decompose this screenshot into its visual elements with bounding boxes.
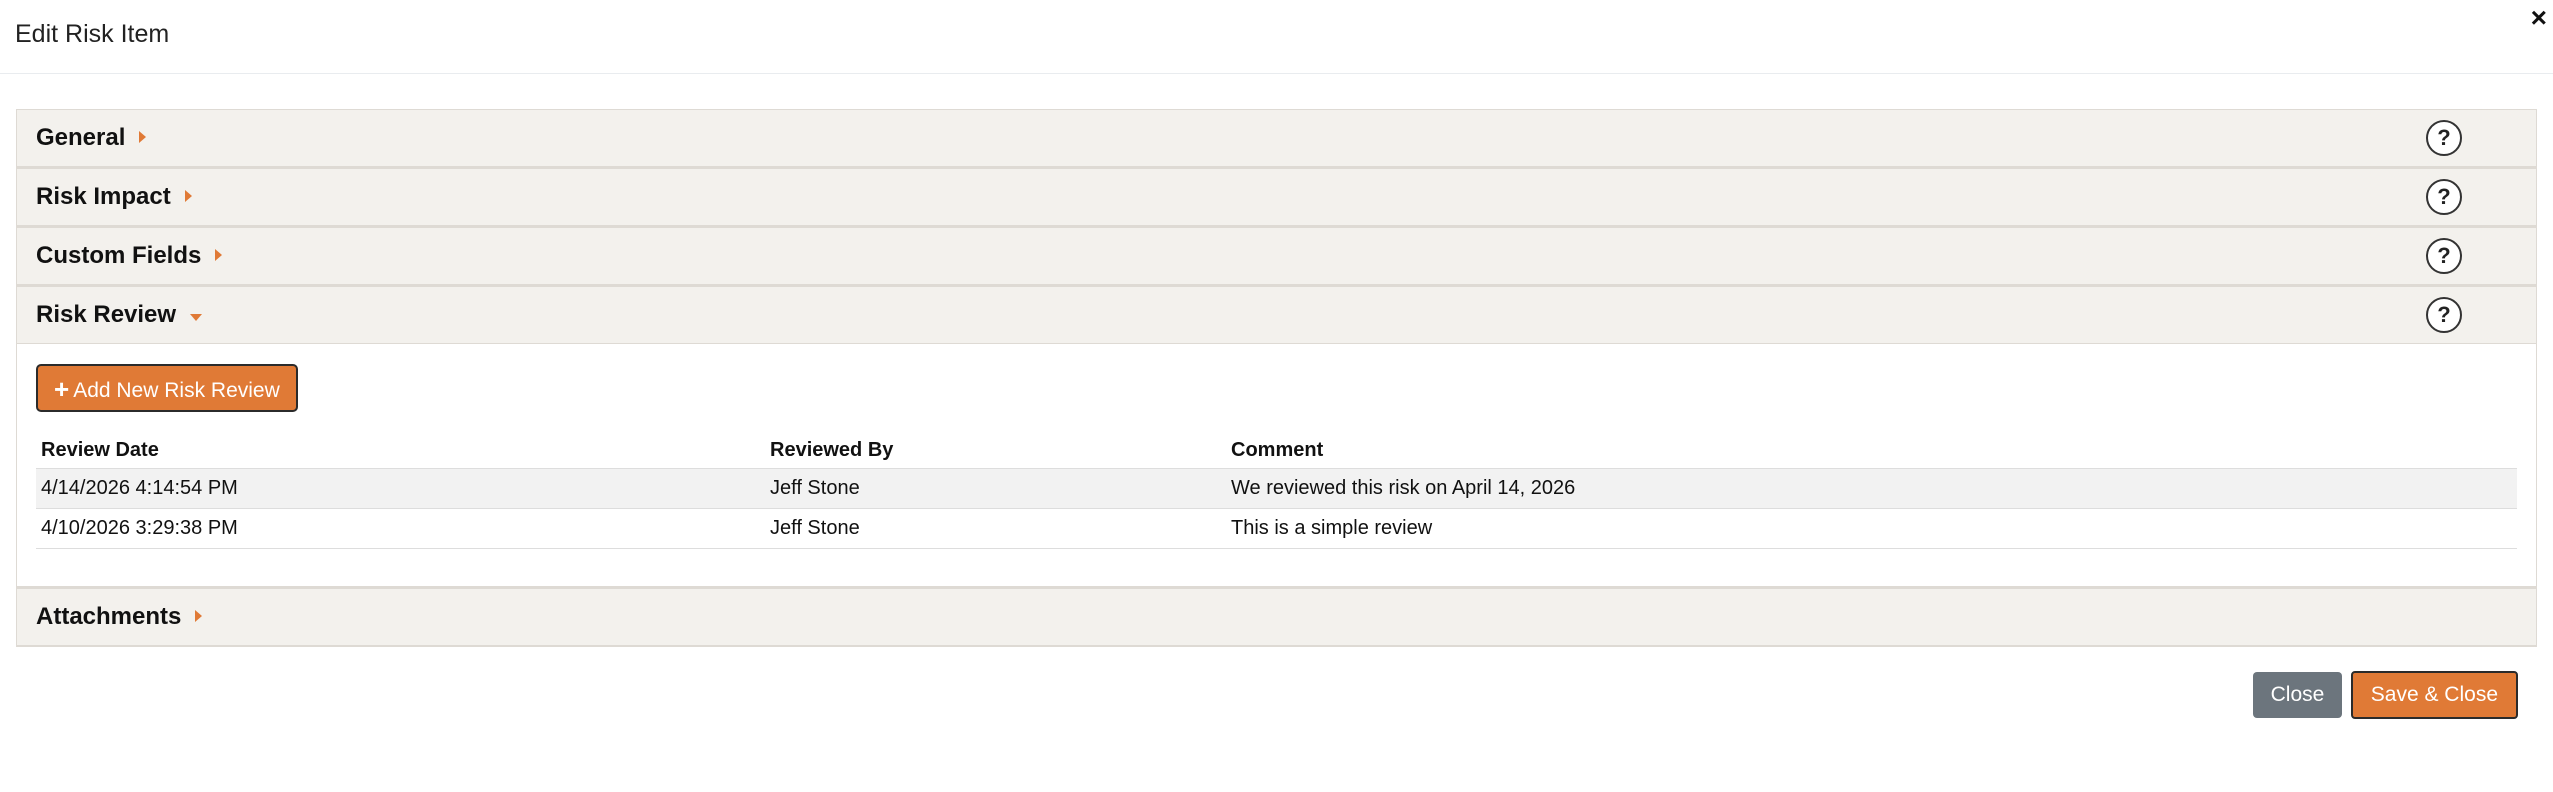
- panel-header-attachments[interactable]: Attachments: [17, 589, 2536, 645]
- risk-review-body: + Add New Risk Review Review Date Reviewe…: [17, 343, 2536, 586]
- table-row[interactable]: 4/10/2026 3:29:38 PM Jeff Stone This is …: [36, 508, 2517, 549]
- panel-title-attachments: Attachments: [36, 603, 203, 631]
- panel-header-risk-review[interactable]: Risk Review ?: [17, 287, 2536, 343]
- panel-title-general: General: [36, 124, 147, 152]
- panel-group: General ? Risk Impact ? Custom Fields ?: [16, 109, 2537, 647]
- panel-header-custom-fields[interactable]: Custom Fields ?: [17, 228, 2536, 284]
- caret-right-icon: [184, 189, 192, 202]
- close-icon[interactable]: ×: [2531, 4, 2547, 32]
- caret-right-icon: [215, 248, 223, 261]
- edit-risk-item-modal: Edit Risk Item × General ? Risk Impact ?: [0, 0, 2553, 792]
- add-button-label: Add New Risk Review: [73, 379, 280, 402]
- panel-title-text: Risk Impact: [36, 183, 171, 210]
- cell-reviewed-by: Jeff Stone: [765, 468, 1226, 509]
- cell-comment: We reviewed this risk on April 14, 2026: [1226, 468, 2517, 509]
- panel-attachments: Attachments: [16, 588, 2537, 647]
- panel-risk-impact: Risk Impact ?: [16, 168, 2537, 227]
- panel-title-text: Attachments: [36, 603, 182, 630]
- column-header-reviewed-by[interactable]: Reviewed By: [765, 433, 1226, 469]
- modal-title: Edit Risk Item: [15, 20, 170, 48]
- add-new-risk-review-button[interactable]: + Add New Risk Review: [36, 364, 298, 412]
- plus-icon: +: [54, 374, 70, 404]
- panel-title-text: Risk Review: [36, 301, 177, 328]
- panel-title-text: General: [36, 124, 126, 151]
- column-header-review-date[interactable]: Review Date: [36, 433, 765, 469]
- help-icon[interactable]: ?: [2426, 297, 2462, 333]
- help-icon[interactable]: ?: [2426, 179, 2462, 215]
- panel-title-custom-fields: Custom Fields: [36, 242, 223, 270]
- caret-right-icon: [195, 609, 203, 622]
- table-header-row: Review Date Reviewed By Comment: [36, 433, 2517, 469]
- panel-title-text: Custom Fields: [36, 242, 202, 269]
- modal-footer: Close Save & Close: [2252, 671, 2518, 719]
- panel-title-risk-review: Risk Review: [36, 301, 203, 329]
- panel-risk-review: Risk Review ? + Add New Risk Review Revie…: [16, 286, 2537, 588]
- panel-header-general[interactable]: General ?: [17, 110, 2536, 166]
- modal-header: Edit Risk Item ×: [0, 0, 2553, 74]
- panel-general: General ?: [16, 109, 2537, 168]
- panel-title-risk-impact: Risk Impact: [36, 183, 192, 211]
- risk-review-table: Review Date Reviewed By Comment 4/14/202…: [36, 433, 2517, 549]
- cell-review-date: 4/14/2026 4:14:54 PM: [36, 468, 765, 509]
- save-and-close-button[interactable]: Save & Close: [2350, 671, 2518, 719]
- cell-reviewed-by: Jeff Stone: [765, 508, 1226, 549]
- column-header-comment[interactable]: Comment: [1226, 433, 2517, 469]
- close-button[interactable]: Close: [2252, 672, 2343, 718]
- caret-down-icon: [190, 314, 203, 322]
- panel-custom-fields: Custom Fields ?: [16, 227, 2537, 286]
- table-row[interactable]: 4/14/2026 4:14:54 PM Jeff Stone We revie…: [36, 468, 2517, 509]
- caret-right-icon: [139, 130, 147, 143]
- help-icon[interactable]: ?: [2426, 120, 2462, 156]
- panel-header-risk-impact[interactable]: Risk Impact ?: [17, 169, 2536, 225]
- cell-review-date: 4/10/2026 3:29:38 PM: [36, 508, 765, 549]
- cell-comment: This is a simple review: [1226, 508, 2517, 549]
- help-icon[interactable]: ?: [2426, 238, 2462, 274]
